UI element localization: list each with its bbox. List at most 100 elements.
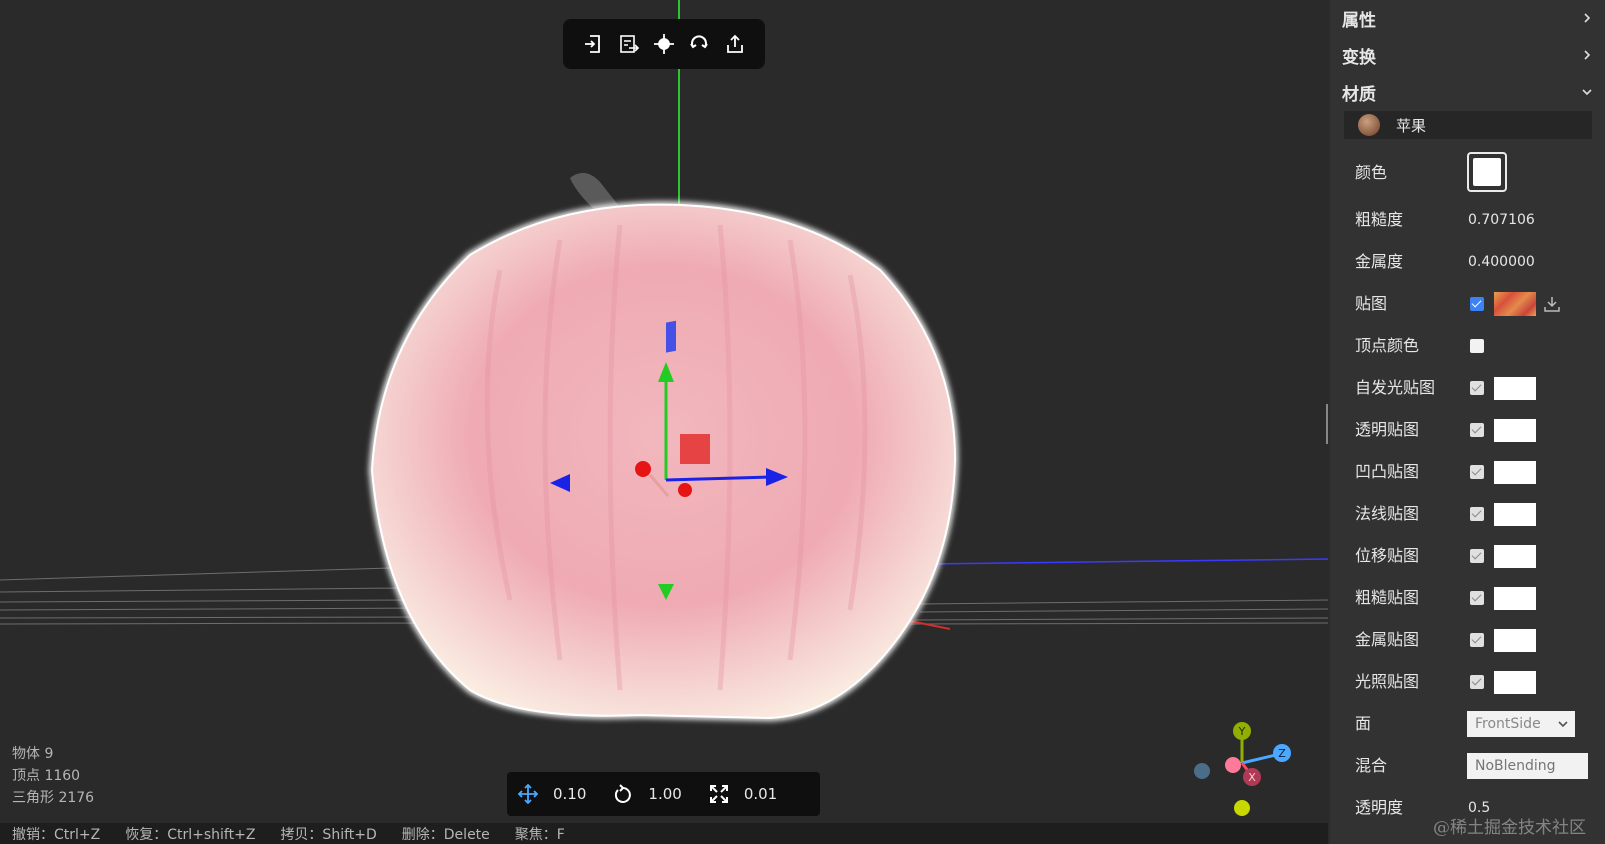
texture-slot[interactable] bbox=[1494, 419, 1536, 442]
row-displacement-map: 位移贴图 bbox=[1330, 537, 1605, 575]
texture-label: 凹凸贴图 bbox=[1355, 462, 1420, 481]
row-blending: 混合 bbox=[1330, 747, 1605, 785]
row-emissive-map: 自发光贴图 bbox=[1330, 369, 1605, 407]
translate-snap[interactable]: 0.10 bbox=[517, 783, 586, 805]
texture-checkbox[interactable] bbox=[1470, 675, 1484, 689]
import-button[interactable] bbox=[580, 31, 606, 57]
row-side: 面 FrontSide bbox=[1330, 705, 1605, 743]
row-light-map: 光照贴图 bbox=[1330, 663, 1605, 701]
texture-label: 金属贴图 bbox=[1355, 630, 1420, 649]
map-checkbox[interactable] bbox=[1470, 297, 1484, 311]
3d-viewport[interactable]: 物体 9 顶点 1160 三角形 2176 Y Z X 0.10 1.00 0.… bbox=[0, 0, 1328, 844]
viewport-toolbar bbox=[563, 19, 765, 69]
triangle-count: 三角形 2176 bbox=[12, 790, 95, 806]
texture-slot[interactable] bbox=[1494, 671, 1536, 694]
orientation-gizmo[interactable]: Y Z X bbox=[1190, 715, 1300, 820]
scene-stats: 物体 9 顶点 1160 三角形 2176 bbox=[12, 743, 94, 809]
move-icon bbox=[517, 783, 539, 805]
scene-canvas[interactable] bbox=[0, 0, 1328, 844]
map-texture-thumbnail[interactable] bbox=[1494, 292, 1536, 316]
row-normal-map: 法线贴图 bbox=[1330, 495, 1605, 533]
roughness-label: 粗糙度 bbox=[1355, 210, 1404, 229]
metalness-label: 金属度 bbox=[1355, 252, 1404, 271]
row-roughness-map: 粗糙贴图 bbox=[1330, 579, 1605, 617]
texture-slot[interactable] bbox=[1494, 461, 1536, 484]
texture-checkbox[interactable] bbox=[1470, 381, 1484, 395]
shortcut-copy: 拷贝：Shift+D bbox=[280, 826, 377, 843]
rotate-reset-button[interactable] bbox=[686, 31, 712, 57]
texture-label: 光照贴图 bbox=[1355, 672, 1420, 691]
panel-resize-handle[interactable] bbox=[1326, 404, 1328, 444]
row-metalness-map: 金属贴图 bbox=[1330, 621, 1605, 659]
texture-checkbox[interactable] bbox=[1470, 507, 1484, 521]
color-label: 颜色 bbox=[1355, 163, 1388, 182]
blending-input[interactable] bbox=[1467, 753, 1588, 779]
focus-target-icon bbox=[653, 34, 674, 54]
texture-label: 自发光贴图 bbox=[1355, 378, 1436, 397]
chevron-down-icon bbox=[1582, 89, 1592, 96]
import-file-button[interactable] bbox=[616, 31, 642, 57]
download-icon[interactable] bbox=[1543, 295, 1561, 313]
texture-slot[interactable] bbox=[1494, 587, 1536, 610]
row-color: 颜色 bbox=[1330, 152, 1605, 192]
transform-snap-bar: 0.10 1.00 0.01 bbox=[507, 772, 820, 816]
section-material[interactable]: 材质 bbox=[1330, 74, 1605, 110]
material-preview-sphere bbox=[1358, 114, 1380, 136]
material-name: 苹果 bbox=[1396, 116, 1427, 135]
map-label: 贴图 bbox=[1355, 294, 1388, 313]
texture-slot[interactable] bbox=[1494, 545, 1536, 568]
chevron-down-icon bbox=[1558, 721, 1568, 728]
texture-checkbox[interactable] bbox=[1470, 549, 1484, 563]
properties-panel: 属性 变换 材质 苹果 颜色 粗糙度 0.707106 金属度 0.400000… bbox=[1330, 0, 1605, 844]
texture-checkbox[interactable] bbox=[1470, 591, 1484, 605]
rotate-snap[interactable]: 1.00 bbox=[612, 783, 682, 805]
vertex-count: 顶点 1160 bbox=[12, 768, 81, 784]
shortcut-bar: 撤销：Ctrl+Z 恢复：Ctrl+shift+Z 拷贝：Shift+D 删除：… bbox=[0, 823, 1328, 844]
svg-text:X: X bbox=[1248, 771, 1256, 784]
texture-label: 透明贴图 bbox=[1355, 420, 1420, 439]
texture-slot[interactable] bbox=[1494, 629, 1536, 652]
import-file-icon bbox=[619, 35, 639, 53]
roughness-value[interactable]: 0.707106 bbox=[1468, 201, 1535, 239]
shortcut-delete: 删除：Delete bbox=[401, 826, 490, 843]
section-properties[interactable]: 属性 bbox=[1330, 0, 1605, 36]
svg-text:Y: Y bbox=[1238, 725, 1246, 738]
vertex-colors-label: 顶点颜色 bbox=[1355, 336, 1420, 355]
row-vertex-colors: 顶点颜色 bbox=[1330, 327, 1605, 365]
texture-label: 粗糙贴图 bbox=[1355, 588, 1420, 607]
texture-slot[interactable] bbox=[1494, 377, 1536, 400]
texture-checkbox[interactable] bbox=[1470, 423, 1484, 437]
texture-checkbox[interactable] bbox=[1470, 465, 1484, 479]
shortcut-focus: 聚焦：F bbox=[514, 826, 565, 843]
texture-slot[interactable] bbox=[1494, 503, 1536, 526]
blending-label: 混合 bbox=[1355, 756, 1388, 775]
vertex-colors-checkbox[interactable] bbox=[1470, 339, 1484, 353]
focus-target-button[interactable] bbox=[651, 31, 677, 57]
side-select[interactable]: FrontSide bbox=[1467, 711, 1575, 737]
texture-checkbox[interactable] bbox=[1470, 633, 1484, 647]
neg-z-axis-handle bbox=[1194, 763, 1210, 779]
section-transform[interactable]: 变换 bbox=[1330, 37, 1605, 73]
shortcut-undo: 撤销：Ctrl+Z bbox=[12, 826, 101, 843]
translate-snap-value[interactable]: 0.10 bbox=[553, 785, 586, 803]
export-icon bbox=[726, 34, 743, 53]
row-roughness: 粗糙度 0.707106 bbox=[1330, 201, 1605, 239]
watermark: @稀土掘金技术社区 bbox=[1433, 818, 1586, 838]
color-picker[interactable] bbox=[1467, 152, 1507, 192]
chevron-right-icon bbox=[1584, 13, 1591, 23]
material-selector[interactable]: 苹果 bbox=[1344, 111, 1592, 139]
chevron-right-icon bbox=[1584, 50, 1591, 60]
rotate-snap-value[interactable]: 1.00 bbox=[648, 785, 681, 803]
scale-snap-value[interactable]: 0.01 bbox=[744, 785, 777, 803]
export-button[interactable] bbox=[722, 31, 748, 57]
import-icon bbox=[585, 35, 601, 53]
row-bump-map: 凹凸贴图 bbox=[1330, 453, 1605, 491]
shortcut-redo: 恢复：Ctrl+shift+Z bbox=[125, 826, 256, 843]
metalness-value[interactable]: 0.400000 bbox=[1468, 243, 1535, 281]
side-label: 面 bbox=[1355, 714, 1372, 733]
row-metalness: 金属度 0.400000 bbox=[1330, 243, 1605, 281]
scale-icon bbox=[708, 783, 730, 805]
row-alpha-map: 透明贴图 bbox=[1330, 411, 1605, 449]
scale-snap[interactable]: 0.01 bbox=[708, 783, 777, 805]
apple-model[interactable] bbox=[368, 201, 959, 722]
